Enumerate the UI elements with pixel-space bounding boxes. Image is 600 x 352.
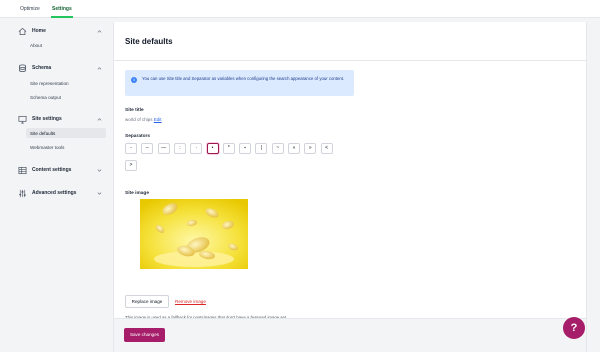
sidebar-item-label: Site settings xyxy=(32,116,62,122)
site-image-label: Site image xyxy=(125,191,149,196)
info-alert: i You can use Site title and Separator a… xyxy=(125,70,354,96)
page-title: Site defaults xyxy=(125,37,173,46)
chevron-down-icon xyxy=(97,191,102,195)
info-text: You can use Site title and Separator as … xyxy=(142,76,345,81)
chevron-up-icon xyxy=(97,66,102,70)
sidebar-item-site-defaults[interactable]: Site defaults xyxy=(26,128,106,138)
separator-option[interactable]: > xyxy=(125,160,137,171)
sidebar-item-label: Advanced settings xyxy=(32,190,77,196)
remove-image-link[interactable]: Remove image xyxy=(175,299,206,304)
home-icon xyxy=(18,27,27,35)
settings-panel: Site defaults i You can use Site title a… xyxy=(113,22,587,352)
separator-option[interactable]: « xyxy=(288,143,300,154)
replace-image-button[interactable]: Replace image xyxy=(125,295,169,308)
site-title-text: world of chips xyxy=(125,117,153,122)
separator-option[interactable]: ~ xyxy=(271,143,284,154)
divider xyxy=(114,60,586,61)
sidebar-item-label: Home xyxy=(32,28,46,34)
sidebar-item-label: Content settings xyxy=(32,167,72,173)
chevron-up-icon xyxy=(97,117,102,121)
separator-option[interactable]: * xyxy=(222,143,235,154)
separator-option[interactable]: » xyxy=(304,143,317,154)
separator-option[interactable]: – xyxy=(141,143,154,154)
potato-chips-image xyxy=(140,199,248,269)
panel-footer xyxy=(114,318,586,352)
help-button[interactable]: ? xyxy=(563,317,585,339)
sidebar-item-site-representation[interactable]: Site representation xyxy=(26,78,106,88)
sidebar-item-schema[interactable]: Schema xyxy=(18,63,102,73)
top-bar: Optimize Settings xyxy=(0,0,600,18)
table-icon xyxy=(18,166,27,174)
sidebar-item-site-settings[interactable]: Site settings xyxy=(18,114,102,124)
tab-settings[interactable]: Settings xyxy=(52,6,72,12)
chevron-up-icon xyxy=(97,29,102,33)
save-changes-button[interactable]: Save changes xyxy=(124,328,165,342)
separator-option[interactable]: — xyxy=(157,143,170,154)
separator-option[interactable]: ⋆ xyxy=(239,143,252,154)
edit-link[interactable]: Edit xyxy=(154,117,162,122)
chevron-down-icon xyxy=(97,168,102,172)
info-icon: i xyxy=(131,77,137,83)
database-icon xyxy=(18,64,27,72)
sidebar-item-about[interactable]: About xyxy=(26,40,106,50)
site-image-preview xyxy=(140,199,248,269)
sidebar-item-content-settings[interactable]: Content settings xyxy=(18,165,102,175)
tab-optimize[interactable]: Optimize xyxy=(20,6,40,12)
sidebar: Home About Schema Site representation Sc… xyxy=(0,18,112,352)
sidebar-item-webmaster-tools[interactable]: Webmaster tools xyxy=(26,142,106,152)
separator-option[interactable]: - xyxy=(125,143,137,154)
separator-option[interactable]: : xyxy=(173,143,186,154)
sliders-icon xyxy=(19,189,26,197)
sidebar-item-schema-output[interactable]: Schema output xyxy=(26,92,106,102)
site-title-label: Site title xyxy=(125,108,144,113)
separator-option[interactable]: < xyxy=(320,143,333,154)
separator-option[interactable]: • xyxy=(206,143,219,154)
sidebar-item-label: Schema xyxy=(32,65,52,71)
site-title-value: world of chips Edit xyxy=(125,117,162,122)
separators-label: Separators xyxy=(125,134,151,139)
separator-option[interactable]: | xyxy=(255,143,268,154)
separator-option[interactable]: · xyxy=(190,143,203,154)
sidebar-item-home[interactable]: Home xyxy=(18,26,102,36)
sidebar-item-advanced-settings[interactable]: Advanced settings xyxy=(18,188,102,198)
desktop-icon xyxy=(18,115,27,123)
